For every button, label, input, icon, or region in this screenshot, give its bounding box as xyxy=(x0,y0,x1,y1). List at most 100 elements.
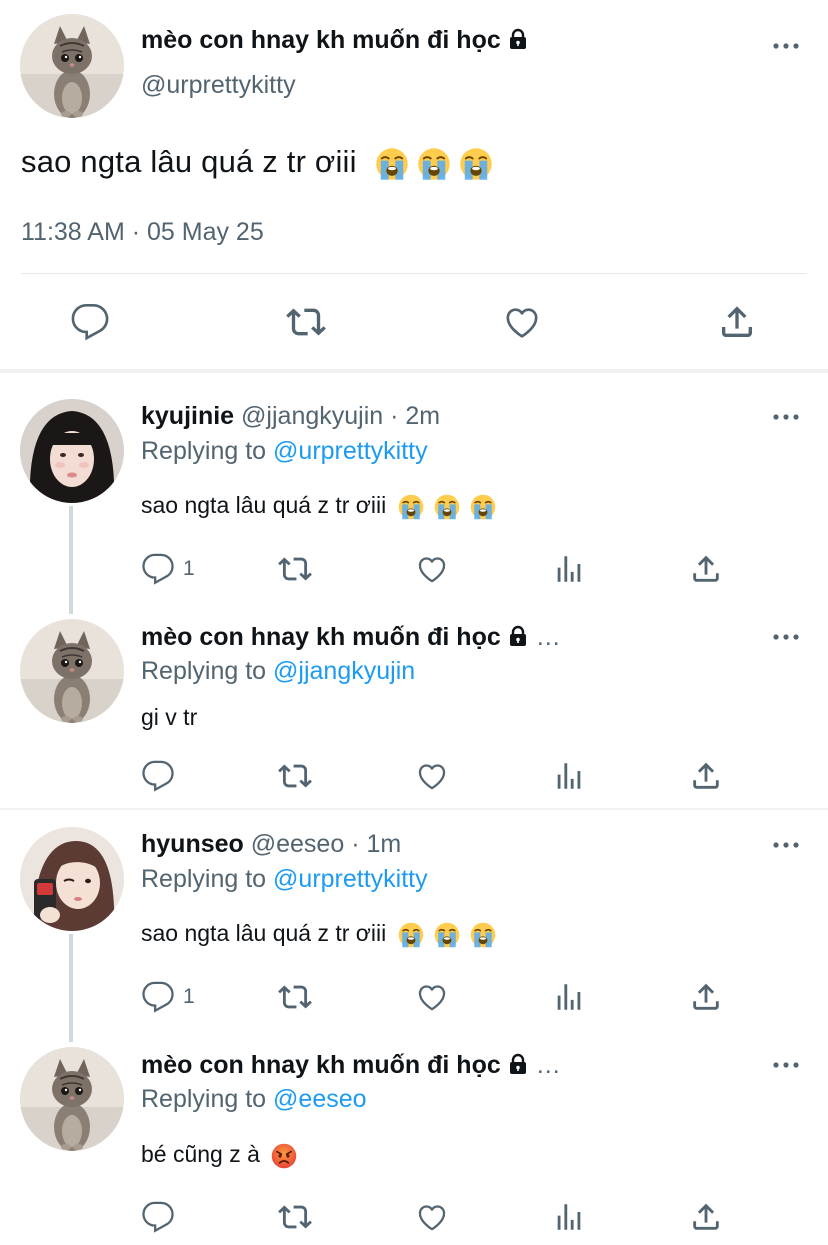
more-icon[interactable] xyxy=(772,407,800,427)
mention-link[interactable]: @urprettykitty xyxy=(273,865,428,893)
tweet-text: sao ngta lâu quá z tr ơiii xyxy=(141,920,497,949)
tweet-text: sao ngta lâu quá z tr ơiii xyxy=(21,144,494,182)
kitten-avatar[interactable] xyxy=(20,14,124,118)
views-action[interactable] xyxy=(552,980,586,1014)
loudly-crying-face-icon xyxy=(433,921,461,949)
like-icon[interactable] xyxy=(415,552,449,586)
lock-icon xyxy=(507,28,529,50)
like-icon[interactable] xyxy=(415,1200,449,1234)
avatar[interactable] xyxy=(20,399,124,503)
lock-icon xyxy=(507,625,529,647)
views-icon[interactable] xyxy=(552,980,586,1014)
retweet-action[interactable] xyxy=(278,759,312,793)
share-action[interactable] xyxy=(689,980,723,1014)
section-divider xyxy=(0,808,828,810)
like-action[interactable] xyxy=(415,980,449,1014)
loudly-crying-face-icon xyxy=(458,146,494,182)
retweet-action[interactable] xyxy=(278,552,312,586)
angry-face-icon xyxy=(270,1142,298,1170)
reply-icon[interactable] xyxy=(141,1200,175,1234)
share-action[interactable] xyxy=(689,1200,723,1234)
loudly-crying-face-icon xyxy=(469,493,497,521)
tweet-text-body: sao ngta lâu quá z tr ơiii xyxy=(141,920,387,946)
reply-icon[interactable] xyxy=(141,759,175,793)
author-meta: … xyxy=(535,1051,561,1079)
views-icon[interactable] xyxy=(552,1200,586,1234)
tweet-text: sao ngta lâu quá z tr ơiii xyxy=(141,492,497,521)
views-action[interactable] xyxy=(552,759,586,793)
author-meta[interactable]: @eeseo · 1m xyxy=(251,830,401,858)
mention-link[interactable]: @eeseo xyxy=(273,1085,367,1113)
reply-action[interactable]: 1 xyxy=(141,980,195,1014)
share-icon[interactable] xyxy=(689,1200,723,1234)
reply-action[interactable] xyxy=(141,1200,175,1234)
author-handle[interactable]: @urprettykitty xyxy=(141,71,296,100)
retweet-icon[interactable] xyxy=(278,1200,312,1234)
author-meta[interactable]: @jjangkyujin · 2m xyxy=(241,402,440,430)
author-meta: … xyxy=(535,623,561,651)
retweet-action[interactable] xyxy=(278,980,312,1014)
replying-prefix: Replying to xyxy=(141,1085,274,1113)
mention-link[interactable]: @urprettykitty xyxy=(273,437,428,465)
author-name[interactable]: mèo con hnay kh muốn đi học xyxy=(141,1051,501,1079)
tweet-text: bé cũng z à xyxy=(141,1141,298,1170)
section-divider xyxy=(0,369,828,373)
loudly-crying-face-icon xyxy=(416,146,452,182)
main-tweet: mèo con hnay kh muốn đi học @urprettykit… xyxy=(0,0,828,370)
share-icon[interactable] xyxy=(717,302,757,342)
more-icon[interactable] xyxy=(772,1055,800,1075)
share-icon[interactable] xyxy=(689,980,723,1014)
loudly-crying-face-icon xyxy=(397,493,425,521)
replying-to: Replying to @urprettykitty xyxy=(141,437,428,466)
retweet-action[interactable] xyxy=(278,1200,312,1234)
more-icon[interactable] xyxy=(772,36,800,56)
retweet-icon[interactable] xyxy=(278,980,312,1014)
reply-header: mèo con hnay kh muốn đi học … xyxy=(141,623,561,652)
avatar[interactable] xyxy=(20,827,124,931)
more-icon[interactable] xyxy=(772,835,800,855)
more-icon[interactable] xyxy=(772,627,800,647)
reply-header: kyujinie @jjangkyujin · 2m xyxy=(141,402,440,431)
loudly-crying-face-icon xyxy=(469,921,497,949)
replying-to: Replying to @urprettykitty xyxy=(141,865,428,894)
author-name[interactable]: hyunseo xyxy=(141,830,244,858)
retweet-icon[interactable] xyxy=(278,759,312,793)
author-name[interactable]: mèo con hnay kh muốn đi học xyxy=(141,623,501,651)
like-action[interactable] xyxy=(415,759,449,793)
reply-action[interactable]: 1 xyxy=(141,552,195,586)
views-action[interactable] xyxy=(552,1200,586,1234)
replying-to: Replying to @eeseo xyxy=(141,1085,367,1114)
retweet-icon[interactable] xyxy=(278,552,312,586)
share-action[interactable] xyxy=(689,759,723,793)
author-name-text[interactable]: mèo con hnay kh muốn đi học xyxy=(141,26,501,54)
like-action[interactable] xyxy=(415,1200,449,1234)
like-icon[interactable] xyxy=(415,759,449,793)
divider xyxy=(21,273,807,274)
timestamp[interactable]: 11:38 AM · 05 May 25 xyxy=(21,218,264,247)
lock-icon xyxy=(507,1053,529,1075)
mention-link[interactable]: @jjangkyujin xyxy=(273,657,415,685)
reply-icon[interactable] xyxy=(70,302,110,342)
loudly-crying-face-icon xyxy=(397,921,425,949)
views-icon[interactable] xyxy=(552,759,586,793)
author-name[interactable]: mèo con hnay kh muốn đi học xyxy=(141,26,529,55)
share-icon[interactable] xyxy=(689,759,723,793)
share-icon[interactable] xyxy=(689,552,723,586)
views-action[interactable] xyxy=(552,552,586,586)
replying-prefix: Replying to xyxy=(141,437,274,465)
like-icon[interactable] xyxy=(415,980,449,1014)
avatar[interactable] xyxy=(20,619,124,723)
share-action[interactable] xyxy=(689,552,723,586)
views-icon[interactable] xyxy=(552,552,586,586)
reply-action[interactable] xyxy=(141,759,175,793)
author-name[interactable]: kyujinie xyxy=(141,402,234,430)
thread-connector xyxy=(69,506,73,614)
like-icon[interactable] xyxy=(502,302,542,342)
reply-icon[interactable] xyxy=(141,552,175,586)
reply-count: 1 xyxy=(183,985,195,1008)
reply-icon[interactable] xyxy=(141,980,175,1014)
retweet-icon[interactable] xyxy=(286,302,326,342)
reply-header: hyunseo @eeseo · 1m xyxy=(141,830,401,859)
like-action[interactable] xyxy=(415,552,449,586)
avatar[interactable] xyxy=(20,1047,124,1151)
